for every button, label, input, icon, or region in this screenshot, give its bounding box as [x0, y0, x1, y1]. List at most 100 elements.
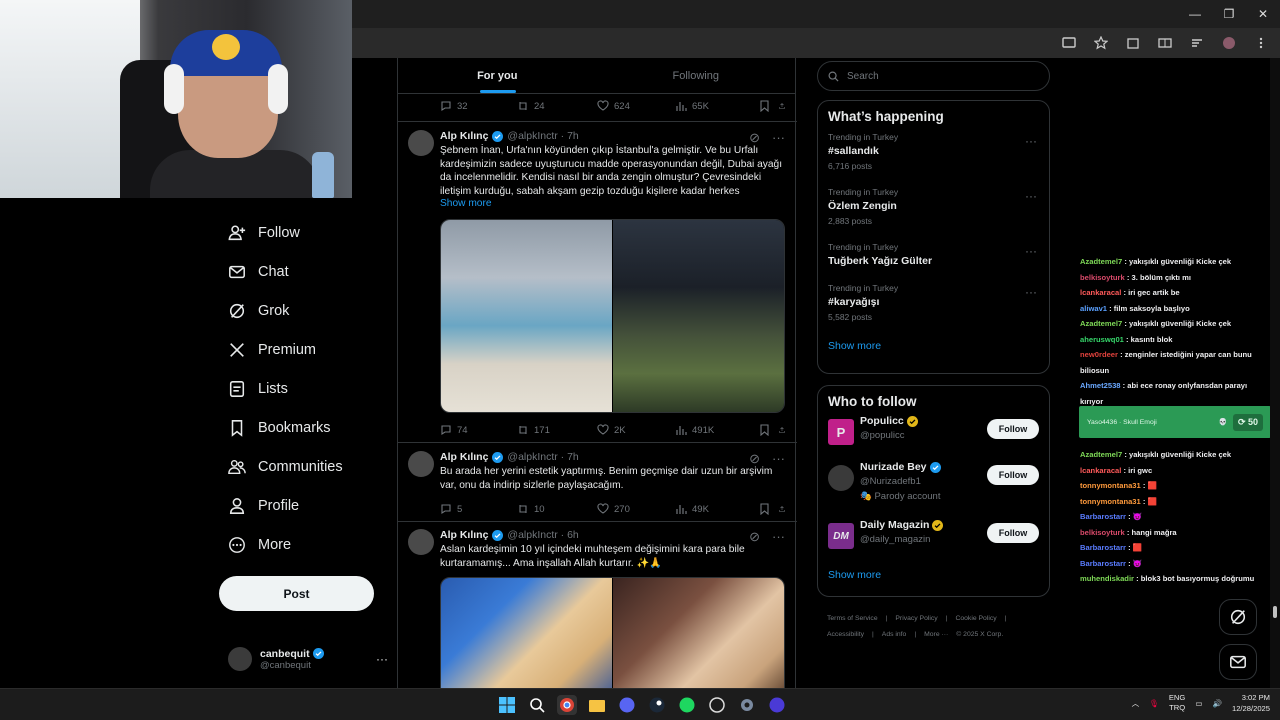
extensions-icon[interactable] — [1124, 34, 1142, 52]
more-icon[interactable]: ··· — [1025, 285, 1037, 299]
author-name[interactable]: Alp Kılınç — [440, 529, 488, 541]
tweet-image[interactable] — [441, 578, 612, 688]
follow-button[interactable]: Follow — [987, 419, 1039, 439]
microphone-icon[interactable]: 🎙 — [1149, 699, 1159, 708]
chrome-icon[interactable] — [557, 695, 577, 715]
minimize-button[interactable]: — — [1178, 0, 1212, 28]
sidebar-item-lists[interactable]: Lists — [218, 369, 388, 408]
settings-icon[interactable] — [737, 695, 757, 715]
reply-button[interactable]: 74 — [440, 424, 517, 436]
bookmark-button[interactable] — [759, 424, 779, 436]
reply-button[interactable]: 32 — [440, 100, 517, 112]
tweet[interactable]: Alp Kılınç @alpkInctr · 6h ⊘ ··· Aslan ka… — [398, 529, 797, 688]
split-view-icon[interactable] — [1156, 34, 1174, 52]
tweet-image[interactable] — [613, 220, 784, 412]
post-button[interactable]: Post — [219, 576, 374, 611]
trend-item[interactable]: Trending in Turkey Tuğberk Yağız Gülter … — [818, 240, 1049, 281]
page-scrollbar[interactable] — [1270, 58, 1280, 688]
kebab-menu-icon[interactable] — [1252, 34, 1270, 52]
tweet-image[interactable] — [441, 220, 612, 412]
footer-link[interactable]: Ads info — [882, 631, 907, 638]
tweet-media[interactable] — [440, 219, 785, 413]
bookmark-button[interactable] — [759, 100, 779, 112]
show-more-link[interactable]: Show more — [818, 569, 1049, 581]
maximize-button[interactable]: ❐ — [1212, 0, 1246, 28]
bookmark-star-icon[interactable] — [1092, 34, 1110, 52]
footer-link[interactable]: Privacy Policy — [895, 615, 937, 622]
search-input[interactable]: Search — [817, 61, 1050, 91]
sidebar-item-profile[interactable]: Profile — [218, 486, 388, 525]
follow-button[interactable]: Follow — [987, 523, 1039, 543]
sidebar-item-premium[interactable]: Premium — [218, 330, 388, 369]
obs-icon[interactable] — [707, 695, 727, 715]
show-more-link[interactable]: Show more — [440, 198, 492, 209]
clock[interactable]: 3:02 PM 12/28/2025 — [1232, 692, 1270, 714]
follow-suggestion[interactable]: P Populicc @populicc Follow — [818, 415, 1049, 461]
windows-start-icon[interactable] — [497, 695, 517, 715]
discord-icon[interactable] — [617, 695, 637, 715]
share-button[interactable] — [779, 100, 785, 112]
show-more-link[interactable]: Show more — [818, 340, 1049, 352]
chevron-up-icon[interactable]: ︿ — [1132, 698, 1140, 709]
author-name[interactable]: Alp Kılınç — [440, 451, 488, 463]
chat-text: : yakışıklı güvenliği Kicke çek — [1122, 450, 1232, 459]
file-explorer-icon[interactable] — [587, 695, 607, 715]
sidebar-item-communities[interactable]: Communities — [218, 447, 388, 486]
bookmark-button[interactable] — [759, 503, 779, 515]
follow-suggestion[interactable]: Nurizade Bey @Nurizadefb1 🎭 Parody accou… — [818, 461, 1049, 519]
search-icon[interactable] — [527, 695, 547, 715]
sidebar-item-more[interactable]: More — [218, 525, 388, 564]
language-indicator[interactable]: ENG TRQ — [1169, 693, 1185, 713]
sidebar-item-grok[interactable]: Grok — [218, 291, 388, 330]
volume-icon[interactable]: 🔊 — [1213, 699, 1222, 708]
trend-item[interactable]: Trending in Turkey #sallandık 6,716 post… — [818, 130, 1049, 185]
views-button[interactable]: 65K — [675, 100, 759, 112]
like-button[interactable]: 270 — [597, 503, 675, 515]
repost-button[interactable]: 24 — [517, 100, 597, 112]
follow-button[interactable]: Follow — [987, 465, 1039, 485]
steam-icon[interactable] — [647, 695, 667, 715]
communities-icon — [228, 459, 246, 474]
trend-item[interactable]: Trending in Turkey #karyağışı 5,582 post… — [818, 281, 1049, 336]
messages-fab-button[interactable] — [1219, 644, 1257, 680]
install-icon[interactable] — [1060, 34, 1078, 52]
account-switcher[interactable]: canbequit @canbequit ··· — [228, 644, 388, 674]
trend-item[interactable]: Trending in Turkey Özlem Zengin 2,883 po… — [818, 185, 1049, 240]
tweet-media[interactable] — [440, 577, 785, 688]
footer-link[interactable]: Cookie Policy — [955, 615, 996, 622]
share-button[interactable] — [779, 424, 785, 436]
like-button[interactable]: 2K — [597, 424, 675, 436]
views-button[interactable]: 491K — [675, 424, 759, 436]
app-icon[interactable] — [767, 695, 787, 715]
tweet-image[interactable] — [613, 578, 784, 688]
footer-link[interactable]: Accessibility — [827, 631, 864, 638]
follow-suggestion[interactable]: DM Daily Magazin @daily_magazin Follow — [818, 519, 1049, 565]
media-control-icon[interactable] — [1188, 34, 1206, 52]
tweet[interactable]: Alp Kılınç @alpkInctr · 7h ⊘ ··· Bu arada… — [398, 451, 797, 521]
profile-avatar-icon[interactable] — [1220, 34, 1238, 52]
sidebar-item-follow[interactable]: Follow — [218, 213, 388, 252]
share-button[interactable] — [779, 503, 785, 515]
author-name[interactable]: Alp Kılınç — [440, 130, 488, 142]
spotify-icon[interactable] — [677, 695, 697, 715]
like-button[interactable]: 624 — [597, 100, 675, 112]
tweet[interactable]: Alp Kılınç @alpkInctr · 7h ⊘ ··· Şebnem İ… — [398, 130, 797, 440]
network-icon[interactable]: ▭ — [1195, 699, 1202, 708]
repost-button[interactable]: 171 — [517, 424, 597, 436]
close-window-button[interactable]: ✕ — [1246, 0, 1280, 28]
sidebar-item-chat[interactable]: Chat — [218, 252, 388, 291]
more-icon[interactable]: ··· — [1025, 189, 1037, 203]
reply-button[interactable]: 5 — [440, 503, 517, 515]
tab-following[interactable]: Following — [597, 58, 796, 93]
footer-link[interactable]: Terms of Service — [827, 615, 878, 622]
views-button[interactable]: 49K — [675, 503, 759, 515]
more-icon[interactable]: ··· — [1025, 244, 1037, 258]
more-icon[interactable]: ··· — [1025, 134, 1037, 148]
grok-fab-button[interactable] — [1219, 599, 1257, 635]
footer-link[interactable]: More ··· — [924, 631, 948, 638]
suggestion-name: Nurizade Bey — [860, 461, 927, 473]
tab-for-you[interactable]: For you — [398, 58, 597, 93]
repost-button[interactable]: 10 — [517, 503, 597, 515]
sidebar-item-bookmarks[interactable]: Bookmarks — [218, 408, 388, 447]
account-more-icon[interactable]: ··· — [376, 652, 388, 666]
